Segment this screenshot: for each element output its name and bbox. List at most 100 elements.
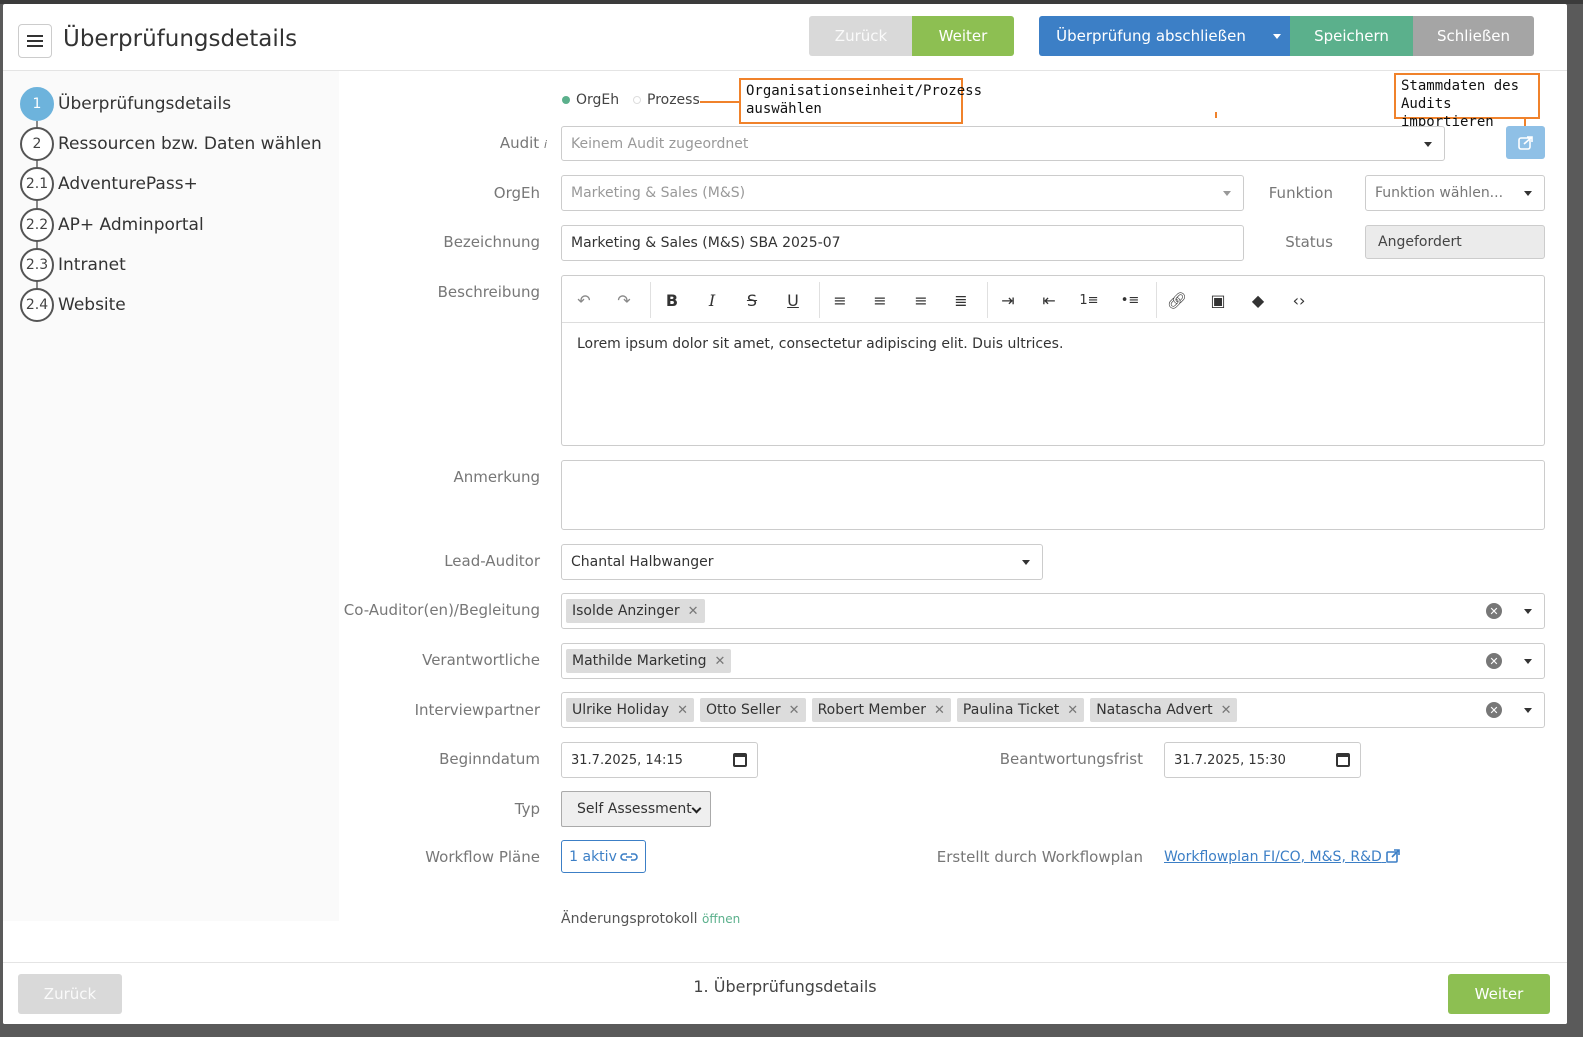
frist-input[interactable]: 31.7.2025, 15:30	[1164, 742, 1361, 778]
audit-label: Audit i	[383, 134, 547, 152]
audit-select[interactable]: Keinem Audit zugeordnet	[561, 126, 1445, 161]
indent-icon[interactable]: ⇥	[994, 286, 1022, 314]
align-center-icon[interactable]: ≡	[866, 286, 894, 314]
change-log-open-link[interactable]: öffnen	[702, 912, 740, 926]
tag-chip: Mathilde Marketing ✕	[566, 649, 732, 673]
toolbar-divider	[1156, 282, 1157, 318]
remove-tag-icon[interactable]: ✕	[1067, 703, 1078, 718]
radio-orgeh[interactable]: OrgEh	[562, 92, 619, 108]
interviewpartner-multiselect[interactable]: Ulrike Holiday ✕ Otto Seller ✕ Robert Memb…	[561, 692, 1545, 728]
radio-prozess[interactable]: Prozess	[633, 92, 700, 108]
chevron-down-icon	[1524, 609, 1532, 614]
step-item[interactable]: 2.3 Intranet	[20, 248, 126, 282]
typ-select[interactable]: Self Assessment	[561, 791, 711, 827]
chevron-down-icon	[1524, 659, 1532, 664]
chevron-down-icon	[1022, 560, 1030, 565]
step-item[interactable]: 2.1 AdventurePass+	[20, 167, 198, 201]
toolbar-divider	[819, 282, 820, 318]
undo-icon[interactable]: ↶	[570, 286, 598, 314]
remove-tag-icon[interactable]: ✕	[688, 604, 699, 619]
verantwortliche-multiselect[interactable]: Mathilde Marketing ✕ ✕	[561, 643, 1545, 679]
bezeichnung-input[interactable]: Marketing & Sales (M&S) SBA 2025-07	[561, 225, 1244, 261]
workflow-plans-button[interactable]: 1 aktiv	[561, 840, 646, 873]
image-icon[interactable]: ▣	[1204, 286, 1232, 314]
remove-tag-icon[interactable]: ✕	[789, 703, 800, 718]
workflowplan-link[interactable]: Workflowplan FI/CO, M&S, R&D	[1164, 849, 1401, 865]
ordered-list-icon[interactable]: 1≡	[1075, 286, 1103, 314]
tag-chip: Natascha Advert ✕	[1090, 698, 1238, 722]
verantwortliche-label: Verantwortliche	[422, 651, 540, 669]
link-icon	[620, 852, 638, 861]
calendar-icon[interactable]	[733, 753, 747, 767]
remove-tag-icon[interactable]: ✕	[934, 703, 945, 718]
workflow-button-label: 1 aktiv	[569, 848, 617, 865]
finish-dropdown-toggle[interactable]	[1263, 16, 1290, 56]
clear-icon[interactable]: ✕	[1486, 653, 1502, 669]
co-auditor-label: Co-Auditor(en)/Begleitung	[343, 601, 540, 619]
info-icon: i	[543, 138, 547, 151]
code-icon[interactable]: ‹›	[1285, 286, 1313, 314]
frist-value: 31.7.2025, 15:30	[1174, 752, 1286, 768]
anmerkung-textarea[interactable]	[561, 460, 1545, 530]
step-number: 2	[20, 127, 54, 161]
typ-label: Typ	[514, 800, 540, 818]
italic-icon[interactable]: I	[698, 286, 726, 314]
step-item[interactable]: 2.2 AP+ Adminportal	[20, 208, 204, 242]
tag-label: Paulina Ticket	[962, 702, 1060, 718]
back-button[interactable]: Zurück	[809, 16, 913, 56]
beschreibung-label: Beschreibung	[437, 283, 540, 301]
save-button[interactable]: Speichern	[1290, 16, 1413, 56]
erstellt-label: Erstellt durch Workflowplan	[936, 848, 1143, 866]
step-number: 2.3	[20, 248, 54, 282]
step-number: 2.2	[20, 208, 54, 242]
menu-button[interactable]	[18, 24, 52, 58]
clear-icon[interactable]: ✕	[1486, 603, 1502, 619]
lead-auditor-select[interactable]: Chantal Halbwanger	[561, 544, 1043, 580]
step-label: Intranet	[58, 255, 126, 275]
eraser-icon[interactable]: ◆	[1244, 286, 1272, 314]
import-audit-button[interactable]	[1506, 126, 1545, 159]
lead-auditor-label: Lead-Auditor	[444, 552, 540, 570]
bold-icon[interactable]: B	[658, 286, 686, 314]
orgeh-label: OrgEh	[493, 184, 540, 202]
funktion-placeholder: Funktion wählen...	[1375, 185, 1504, 201]
change-log-label: Änderungsprotokoll	[561, 911, 698, 927]
step-item[interactable]: 2 Ressourcen bzw. Daten wählen	[20, 127, 322, 161]
remove-tag-icon[interactable]: ✕	[677, 703, 688, 718]
clear-icon[interactable]: ✕	[1486, 702, 1502, 718]
close-button[interactable]: Schließen	[1413, 16, 1534, 56]
workflowplan-link-text: Workflowplan FI/CO, M&S, R&D	[1164, 849, 1382, 865]
step-item[interactable]: 2.4 Website	[20, 288, 126, 322]
redo-icon[interactable]: ↷	[610, 286, 638, 314]
outdent-icon[interactable]: ⇤	[1035, 286, 1063, 314]
callout-connector	[700, 101, 740, 103]
next-button[interactable]: Weiter	[912, 16, 1014, 56]
step-item[interactable]: 1 Überprüfungsdetails	[20, 87, 231, 121]
chevron-down-icon	[1524, 191, 1532, 196]
underline-icon[interactable]: U	[779, 286, 807, 314]
footer-next-button[interactable]: Weiter	[1448, 974, 1550, 1014]
bezeichnung-value: Marketing & Sales (M&S) SBA 2025-07	[571, 235, 841, 251]
beginndatum-input[interactable]: 31.7.2025, 14:15	[561, 742, 758, 778]
beginndatum-label: Beginndatum	[439, 750, 540, 768]
orgeh-select[interactable]: Marketing & Sales (M&S)	[561, 175, 1244, 211]
chevron-down-icon	[1223, 191, 1231, 196]
funktion-select[interactable]: Funktion wählen...	[1365, 175, 1545, 211]
co-auditor-multiselect[interactable]: Isolde Anzinger ✕ ✕	[561, 593, 1545, 629]
beschreibung-editor[interactable]: Lorem ipsum dolor sit amet, consectetur …	[561, 322, 1545, 446]
unordered-list-icon[interactable]: •≡	[1116, 286, 1144, 314]
review-details-modal: Überprüfungsdetails Zurück Weiter Überpr…	[3, 4, 1567, 1024]
remove-tag-icon[interactable]: ✕	[715, 654, 726, 669]
finish-review-button[interactable]: Überprüfung abschließen	[1039, 16, 1263, 56]
align-left-icon[interactable]: ≡	[826, 286, 854, 314]
remove-tag-icon[interactable]: ✕	[1221, 703, 1232, 718]
link-icon[interactable]: 🔗︎	[1163, 286, 1191, 314]
align-right-icon[interactable]: ≡	[907, 286, 935, 314]
strikethrough-icon[interactable]: S	[738, 286, 766, 314]
external-link-icon	[1386, 849, 1401, 863]
calendar-icon[interactable]	[1336, 753, 1350, 767]
step-label: AP+ Adminportal	[58, 215, 204, 235]
tag-label: Ulrike Holiday	[572, 702, 670, 718]
lead-auditor-value: Chantal Halbwanger	[571, 554, 714, 570]
align-justify-icon[interactable]: ≣	[947, 286, 975, 314]
